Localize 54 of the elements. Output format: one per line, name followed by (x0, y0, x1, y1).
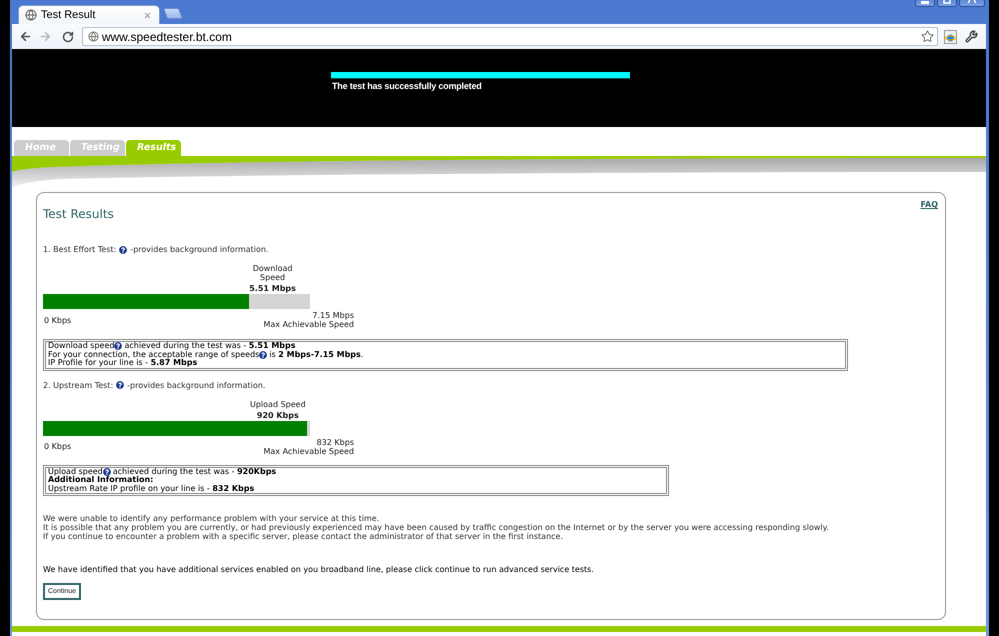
help-icon[interactable] (116, 381, 124, 389)
wrench-icon[interactable] (965, 30, 978, 43)
help-icon[interactable] (119, 246, 128, 254)
address-text: www.speedtester.bt.com (102, 30, 232, 44)
back-icon[interactable] (19, 30, 32, 43)
scale-max-label: 832 Kbps (316, 438, 354, 446)
notice-text: We have identified that you have additional services enabled on you broadband line, please click continue to run advanced service tests. (43, 565, 594, 574)
test-note: -provides background information. (127, 380, 266, 390)
info-text: Upstream Rate IP profile on your line is - 832 Kbps (48, 484, 254, 493)
test-label: 2. Upstream Test: (43, 380, 114, 390)
address-field[interactable]: www.speedtester.bt.com (82, 27, 938, 46)
maximize-button[interactable] (937, 0, 957, 7)
minimize-button[interactable] (915, 0, 935, 7)
result-message: We were unable to identify any performance problem with your service at this time. (43, 514, 380, 523)
result-message: It is possible that any problem you are currently, or had previously experienced may have been caused by traffic congestion on the Internet or by the server you were accessing responding slowly. (43, 523, 829, 532)
help-icon[interactable] (259, 350, 268, 359)
test-label: 1. Best Effort Test: (43, 245, 116, 254)
close-icon (968, 0, 976, 4)
scale-min-label: 0 Kbps (43, 316, 72, 324)
speed-label: Download Speed (252, 264, 294, 282)
scale-min-label: 0 Kbps (43, 442, 72, 451)
info-text: achieved during the test was - 5.51 Mbps (124, 342, 296, 350)
scale-max-caption: Max Achievable Speed (263, 320, 354, 329)
reload-icon[interactable] (62, 30, 74, 42)
new-tab-button[interactable] (163, 8, 183, 19)
minimize-icon (921, 1, 929, 4)
close-button[interactable] (959, 0, 985, 7)
speed-value: 5.51 Mbps (249, 284, 296, 293)
result-message: If you continue to encounter a problem with a specific server, please contact the administrator of that server in the first instance. (43, 532, 563, 541)
results-title: Test Results (43, 208, 114, 221)
info-text: is 2 Mbps-7.15 Mbps. (269, 350, 364, 359)
page-icon[interactable] (944, 30, 958, 44)
info-text: IP Profile for your line is - 5.87 Mbps (48, 359, 198, 368)
star-icon[interactable] (921, 30, 934, 43)
tab-title: Test Result (41, 8, 96, 22)
browser-tab[interactable]: Test Result (18, 5, 160, 24)
scale-max-label: 7.15 Mbps (312, 311, 354, 320)
speed-label: Upload Speed (250, 400, 306, 408)
info-heading: Additional Information: (48, 476, 154, 484)
status-message: The test has successfully completed (332, 81, 482, 92)
maximize-icon (943, 0, 951, 4)
globe-icon (25, 9, 37, 21)
info-text: achieved during the test was - 920Kbps (112, 468, 276, 476)
speed-value: 920 Kbps (256, 410, 299, 420)
faq-link[interactable]: FAQ (920, 200, 938, 209)
close-icon[interactable] (143, 10, 152, 20)
help-icon[interactable] (102, 468, 111, 476)
info-text: For your connection, the acceptable range of speeds (48, 350, 260, 359)
info-text: Upload speed (48, 468, 103, 476)
test-note: -provides background information. (130, 245, 269, 254)
globe-icon (88, 31, 99, 42)
help-icon[interactable] (114, 342, 122, 350)
info-text: Download speed (48, 342, 114, 350)
scale-max-caption: Max Achievable Speed (263, 446, 354, 456)
